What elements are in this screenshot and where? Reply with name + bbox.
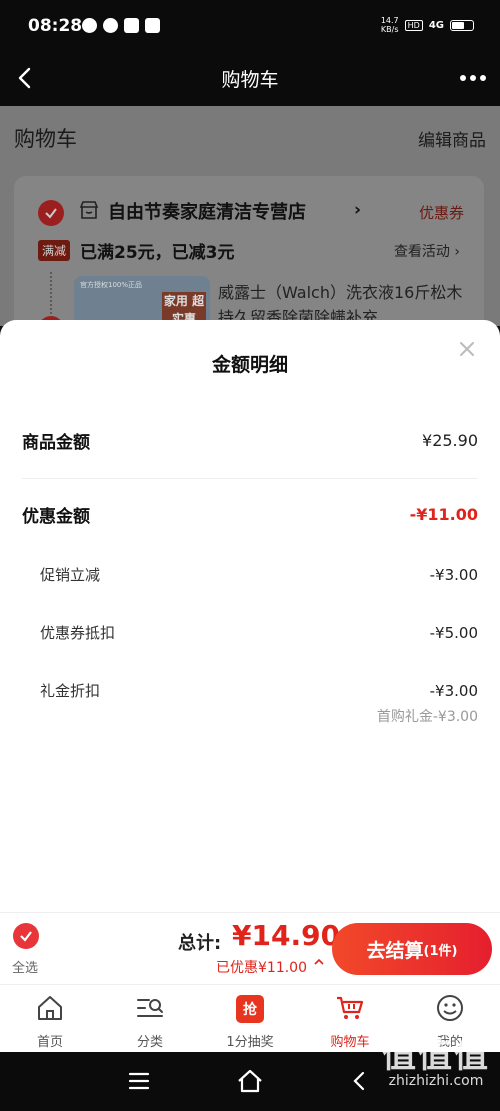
coupon-link[interactable]: 优惠券	[419, 202, 464, 223]
category-search-icon	[137, 999, 163, 1017]
network-speed-value: 14.7	[380, 16, 399, 25]
coupon-deduction-value: -¥5.00	[429, 623, 478, 642]
select-all-label[interactable]: 全选	[12, 957, 38, 976]
chevron-right-icon: ›	[454, 244, 460, 260]
check-icon	[20, 931, 32, 942]
network-speed: 14.7 KB/s	[381, 16, 399, 34]
tab-category[interactable]: 分类	[100, 985, 200, 1052]
watermark-text: 值值值	[382, 1036, 490, 1076]
store-name[interactable]: 自由节奏家庭清洁专营店	[108, 198, 306, 224]
first-purchase-gift-note: 首购礼金-¥3.00	[376, 709, 478, 725]
gift-discount-value: -¥3.00	[429, 681, 478, 700]
checkout-button[interactable]: 去结算 (1件)	[332, 923, 492, 975]
divider	[50, 272, 52, 314]
home-icon	[38, 996, 62, 1020]
status-bar: 08:28 14.7 KB/s HD 4G	[0, 0, 500, 52]
video-icon	[124, 18, 139, 33]
watermark: 值值值 zhizhizhi.com	[382, 1028, 490, 1089]
product-ribbon: 官方授权100%正品	[80, 281, 143, 289]
amount-detail-sheet: 金额明细 商品金额 ¥25.90 优惠金额 -¥11.00 促销立减 -¥3.0…	[0, 320, 500, 912]
store-checkbox[interactable]	[38, 200, 64, 226]
tab-category-label: 分类	[136, 1035, 163, 1050]
view-activity-label: 查看活动	[393, 244, 450, 260]
cart-background-overlay[interactable]: 购物车 编辑商品 自由节奏家庭清洁专营店 › 优惠券 满减 已满25元，已减3元…	[0, 106, 500, 376]
chevron-up-icon[interactable]	[313, 956, 325, 968]
promo-reduction-row: 促销立减 -¥3.00	[22, 564, 478, 585]
battery-icon	[450, 19, 474, 31]
status-time: 08:28	[28, 16, 83, 36]
discount-amount-value: -¥11.00	[409, 505, 478, 524]
discount-amount-label: 优惠金额	[22, 507, 90, 527]
app-header: 购物车	[0, 52, 500, 106]
lottery-icon: 抢	[236, 995, 264, 1023]
discount-amount-row: 优惠金额 -¥11.00	[22, 502, 478, 527]
gift-discount-row: 礼金折扣 -¥3.00	[22, 680, 478, 701]
tab-home-label: 首页	[36, 1035, 63, 1050]
promo-tag: 满减	[38, 240, 71, 261]
promo-reduction-value: -¥3.00	[429, 565, 478, 584]
cart-title: 购物车	[14, 127, 77, 151]
back-nav-icon[interactable]	[348, 1069, 372, 1093]
total-value: ¥14.90	[232, 919, 341, 952]
goods-amount-value: ¥25.90	[422, 431, 478, 450]
checkout-button-label: 去结算	[366, 939, 424, 962]
view-activity-link[interactable]: 查看活动 ›	[394, 241, 460, 261]
tab-home[interactable]: 首页	[0, 985, 100, 1052]
page-title: 购物车	[221, 69, 279, 91]
checkout-bar: 全选 总计: ¥14.90 已优惠¥11.00 去结算 (1件)	[0, 912, 500, 984]
promo-text: 已满25元，已减3元	[80, 243, 235, 263]
cart-topbar: 购物车 编辑商品	[0, 106, 500, 168]
cart-icon	[337, 996, 364, 1019]
select-all-checkbox[interactable]	[13, 923, 39, 949]
hd-badge: HD	[404, 19, 423, 31]
store-icon	[79, 201, 99, 219]
sheet-title: 金额明细	[211, 354, 288, 376]
close-icon[interactable]	[456, 338, 478, 360]
goods-amount-row: 商品金额 ¥25.90	[22, 428, 478, 453]
status-indicators: 14.7 KB/s HD 4G	[381, 16, 474, 34]
watermark-domain: zhizhizhi.com	[388, 1073, 484, 1089]
divider	[22, 478, 478, 479]
menu-icon[interactable]	[128, 1070, 150, 1092]
gift-discount-label: 礼金折扣	[40, 682, 101, 700]
tab-lottery-label: 1分抽奖	[226, 1035, 274, 1050]
check-icon	[45, 208, 57, 219]
coupon-deduction-label: 优惠券抵扣	[40, 624, 116, 642]
tab-lottery[interactable]: 抢 1分抽奖	[200, 985, 300, 1052]
saved-amount[interactable]: 已优惠¥11.00	[216, 957, 307, 977]
home-nav-icon[interactable]	[236, 1068, 264, 1094]
app-notification-icon	[82, 18, 97, 33]
total-label: 总计:	[178, 933, 222, 954]
signal-4g: 4G	[428, 19, 444, 31]
chevron-right-icon[interactable]: ›	[354, 200, 361, 220]
cloud-icon	[145, 18, 160, 33]
message-icon	[103, 18, 118, 33]
smile-icon	[437, 995, 463, 1021]
promo-reduction-label: 促销立减	[40, 566, 101, 584]
notification-icons	[82, 18, 160, 33]
more-options-icon[interactable]	[458, 66, 488, 90]
goods-amount-label: 商品金额	[22, 433, 90, 453]
coupon-deduction-row: 优惠券抵扣 -¥5.00	[22, 622, 478, 643]
checkout-item-count: (1件)	[423, 943, 458, 959]
network-speed-unit: KB/s	[380, 25, 399, 34]
edit-goods-button[interactable]: 编辑商品	[418, 126, 486, 151]
